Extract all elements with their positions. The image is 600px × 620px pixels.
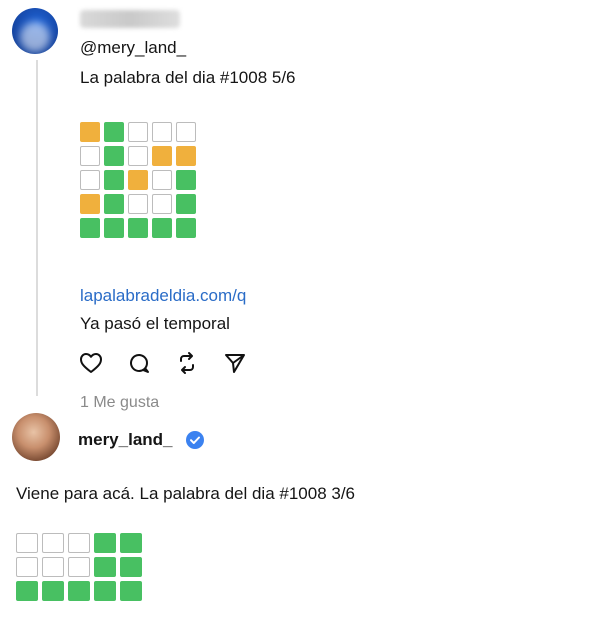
- mention-handle[interactable]: @mery_land_: [80, 38, 186, 58]
- tile-correct: [176, 218, 196, 238]
- action-bar: [78, 350, 248, 376]
- tile-correct: [94, 557, 116, 577]
- tile-absent: [16, 557, 38, 577]
- tile-present: [80, 122, 100, 142]
- comment-icon[interactable]: [126, 350, 152, 376]
- tile-absent: [42, 533, 64, 553]
- tile-present: [128, 170, 148, 190]
- tile-absent: [80, 170, 100, 190]
- tile-absent: [176, 122, 196, 142]
- game-link[interactable]: lapalabradeldia.com/q: [80, 286, 246, 306]
- verified-badge-icon: [186, 431, 204, 449]
- tile-absent: [128, 122, 148, 142]
- tile-correct: [120, 533, 142, 553]
- tile-correct: [94, 581, 116, 601]
- post-username[interactable]: mery_land_: [78, 430, 173, 450]
- thread-line: [36, 60, 38, 396]
- tile-present: [80, 194, 100, 214]
- tile-absent: [42, 557, 64, 577]
- tile-absent: [152, 122, 172, 142]
- tile-correct: [94, 533, 116, 553]
- tile-correct: [104, 194, 124, 214]
- tile-correct: [42, 581, 64, 601]
- tile-correct: [176, 170, 196, 190]
- word-grid: [80, 122, 196, 238]
- tile-absent: [152, 170, 172, 190]
- tile-correct: [176, 194, 196, 214]
- post-comment: Ya pasó el temporal: [80, 314, 230, 333]
- tile-correct: [68, 581, 90, 601]
- tile-correct: [104, 122, 124, 142]
- tile-absent: [128, 194, 148, 214]
- tile-correct: [104, 170, 124, 190]
- blurred-username: [80, 10, 180, 28]
- avatar[interactable]: [12, 8, 58, 54]
- tile-correct: [104, 218, 124, 238]
- tile-absent: [68, 533, 90, 553]
- like-count[interactable]: 1 Me gusta: [80, 394, 159, 412]
- tile-correct: [80, 218, 100, 238]
- tile-correct: [128, 218, 148, 238]
- tile-correct: [16, 581, 38, 601]
- tile-correct: [120, 557, 142, 577]
- word-grid: [16, 533, 142, 601]
- tile-absent: [80, 146, 100, 166]
- tile-absent: [152, 194, 172, 214]
- tile-absent: [128, 146, 148, 166]
- avatar[interactable]: [12, 413, 60, 461]
- tile-absent: [16, 533, 38, 553]
- tile-correct: [104, 146, 124, 166]
- tile-present: [152, 146, 172, 166]
- repost-icon[interactable]: [174, 350, 200, 376]
- heart-icon[interactable]: [78, 350, 104, 376]
- post-title: La palabra del dia #1008 5/6: [80, 68, 296, 87]
- tile-correct: [152, 218, 172, 238]
- post-text: Viene para acá. La palabra del dia #1008…: [16, 484, 356, 503]
- share-icon[interactable]: [222, 350, 248, 376]
- tile-present: [176, 146, 196, 166]
- tile-absent: [68, 557, 90, 577]
- tile-correct: [120, 581, 142, 601]
